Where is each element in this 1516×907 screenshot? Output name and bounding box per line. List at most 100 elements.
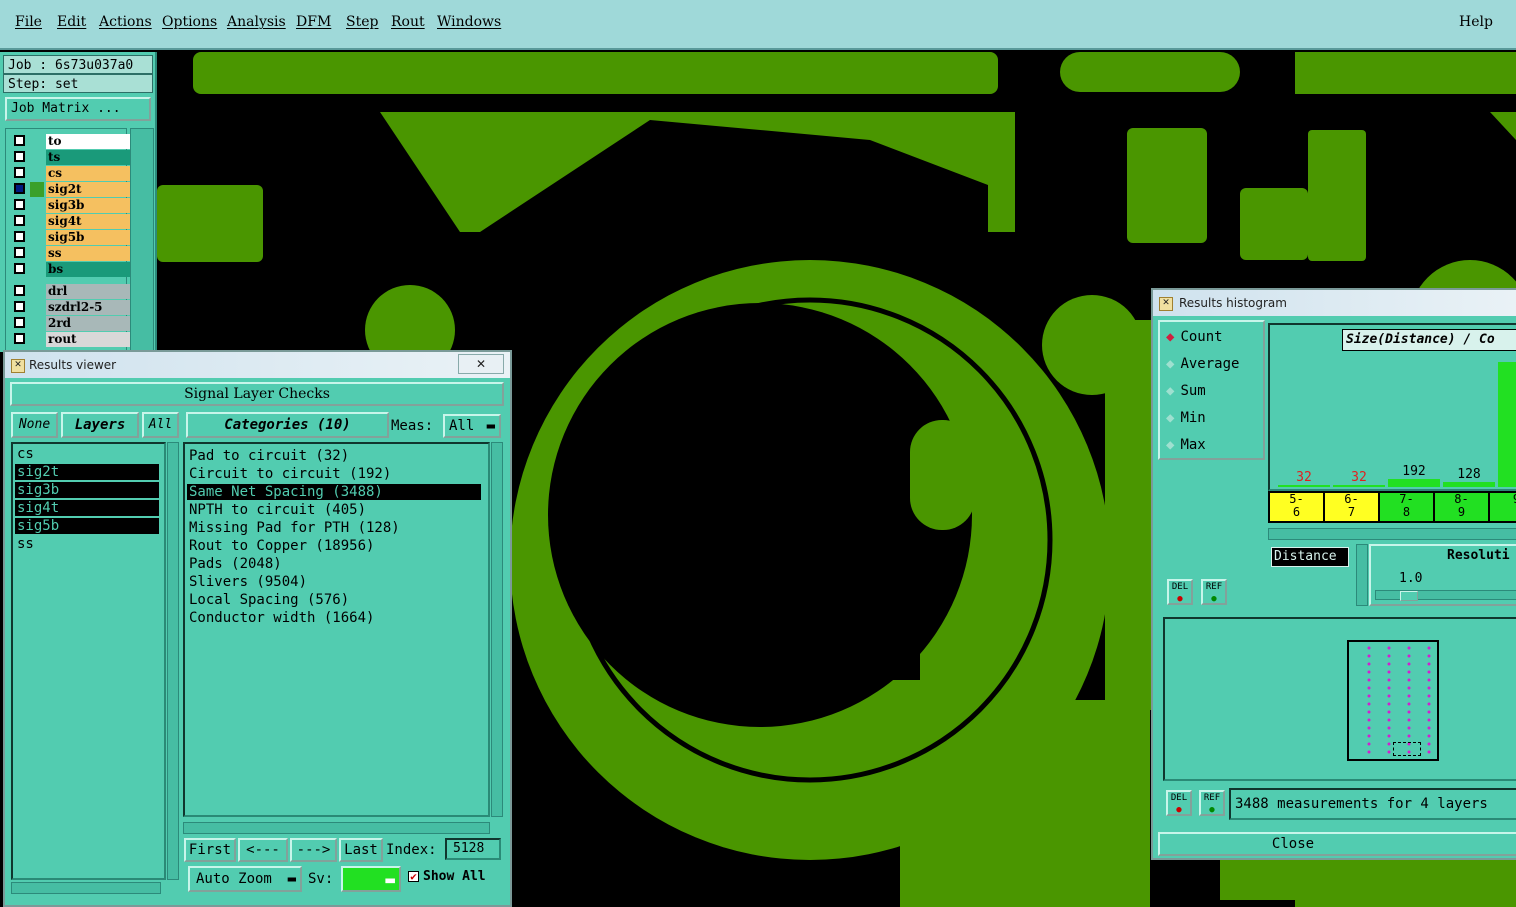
job-matrix-button[interactable]: Job Matrix ... bbox=[5, 97, 151, 121]
histogram-bar[interactable] bbox=[1443, 482, 1495, 487]
layer-row[interactable]: rout bbox=[14, 332, 130, 347]
layer-row[interactable]: ts bbox=[14, 150, 130, 165]
result-layer-item[interactable]: sig5b bbox=[15, 518, 159, 534]
histogram-bar[interactable] bbox=[1498, 362, 1516, 487]
last-button[interactable]: Last bbox=[339, 838, 383, 862]
layer-checkbox[interactable] bbox=[14, 333, 25, 344]
histogram-bin[interactable]: 6- 7 bbox=[1325, 493, 1378, 521]
attribute-vscrollbar[interactable] bbox=[1356, 544, 1368, 606]
result-layer-item[interactable]: sig4t bbox=[15, 500, 159, 516]
layer-checkbox[interactable] bbox=[14, 199, 25, 210]
close-button[interactable]: Close bbox=[1158, 832, 1516, 856]
layer-row[interactable]: sig2t bbox=[14, 182, 130, 197]
radio-icon[interactable]: ◆ bbox=[1166, 410, 1174, 426]
layer-checkbox[interactable] bbox=[14, 135, 25, 146]
layer-row[interactable]: ss bbox=[14, 246, 130, 261]
layer-row[interactable]: drl bbox=[14, 284, 130, 299]
option-max[interactable]: ◆ Max bbox=[1166, 436, 1206, 454]
menu-windows[interactable]: Windows bbox=[437, 14, 501, 30]
layer-checkbox[interactable] bbox=[14, 215, 25, 226]
index-input[interactable]: 5128 bbox=[445, 838, 501, 860]
layer-row[interactable]: 2rd bbox=[14, 316, 130, 331]
menu-analysis[interactable]: Analysis bbox=[227, 14, 286, 30]
layer-checkbox[interactable] bbox=[14, 263, 25, 274]
category-item[interactable]: Local Spacing (576) bbox=[187, 592, 481, 608]
none-button[interactable]: None bbox=[11, 412, 58, 438]
layer-row[interactable]: to bbox=[14, 134, 130, 149]
layers-button[interactable]: Layers bbox=[61, 412, 139, 438]
categories-hscrollbar[interactable] bbox=[183, 822, 490, 834]
layer-checkbox[interactable] bbox=[14, 317, 25, 328]
radio-icon[interactable]: ◆ bbox=[1166, 437, 1174, 453]
menu-step[interactable]: Step bbox=[346, 14, 378, 30]
histogram-titlebar[interactable]: ✕ Results histogram bbox=[1153, 290, 1516, 316]
category-item[interactable]: Pads (2048) bbox=[187, 556, 481, 572]
radio-icon[interactable]: ◆ bbox=[1166, 356, 1174, 372]
category-item[interactable]: Slivers (9504) bbox=[187, 574, 481, 590]
layer-checkbox[interactable] bbox=[14, 285, 25, 296]
all-button[interactable]: All bbox=[142, 412, 179, 438]
measurement-minimap[interactable] bbox=[1163, 617, 1516, 781]
slider-thumb[interactable] bbox=[1400, 591, 1418, 601]
results-viewer-titlebar[interactable]: ✕ Results viewer ✕ bbox=[5, 352, 510, 378]
option-count[interactable]: ◆ Count bbox=[1166, 328, 1223, 346]
category-item[interactable]: Same Net Spacing (3488) bbox=[187, 484, 481, 500]
sv-color-dropdown[interactable]: ▬ bbox=[341, 866, 401, 892]
prev-button[interactable]: <--- bbox=[238, 838, 288, 862]
del-button-bottom[interactable]: DEL ● bbox=[1166, 790, 1192, 816]
menu-edit[interactable]: Edit bbox=[57, 14, 86, 30]
results-layer-list[interactable]: cs sig2t sig3b sig4t sig5b ss bbox=[11, 442, 166, 880]
resolution-slider[interactable] bbox=[1375, 590, 1516, 601]
category-item[interactable]: NPTH to circuit (405) bbox=[187, 502, 481, 518]
radio-icon[interactable]: ◆ bbox=[1166, 329, 1174, 345]
categories-button[interactable]: Categories (10) bbox=[186, 412, 389, 438]
ref-button[interactable]: REF ● bbox=[1201, 579, 1227, 605]
layer-checkbox[interactable] bbox=[14, 167, 25, 178]
layer-checkbox[interactable] bbox=[14, 231, 25, 242]
histogram-bar[interactable] bbox=[1388, 479, 1440, 487]
layer-checkbox[interactable] bbox=[14, 183, 25, 194]
categories-vscrollbar[interactable] bbox=[491, 442, 503, 817]
show-all-checkbox[interactable]: ✔ bbox=[408, 871, 419, 882]
layer-checkbox[interactable] bbox=[14, 151, 25, 162]
ref-button-bottom[interactable]: REF ● bbox=[1199, 790, 1225, 816]
histogram-bar[interactable] bbox=[1333, 485, 1385, 487]
histogram-bin[interactable]: 5- 6 bbox=[1270, 493, 1323, 521]
menu-help[interactable]: Help bbox=[1459, 14, 1493, 30]
category-item[interactable]: Rout to Copper (18956) bbox=[187, 538, 481, 554]
result-layer-item[interactable]: ss bbox=[15, 536, 159, 552]
layer-row[interactable]: sig5b bbox=[14, 230, 130, 245]
result-layer-item[interactable]: cs bbox=[15, 446, 159, 462]
layer-list-vscrollbar[interactable] bbox=[167, 442, 179, 880]
layer-checkbox[interactable] bbox=[14, 247, 25, 258]
del-button[interactable]: DEL ● bbox=[1167, 579, 1193, 605]
menu-rout[interactable]: Rout bbox=[391, 14, 425, 30]
distance-label[interactable]: Distance bbox=[1271, 547, 1349, 567]
layer-row[interactable]: cs bbox=[14, 166, 130, 181]
histogram-bin[interactable]: 7- 8 bbox=[1380, 493, 1433, 521]
chart-hscrollbar[interactable] bbox=[1268, 528, 1516, 540]
layer-list-hscrollbar[interactable] bbox=[11, 882, 161, 894]
option-average[interactable]: ◆ Average bbox=[1166, 355, 1239, 373]
result-layer-item[interactable]: sig3b bbox=[15, 482, 159, 498]
category-item[interactable]: Circuit to circuit (192) bbox=[187, 466, 481, 482]
next-button[interactable]: ---> bbox=[290, 838, 337, 862]
menu-dfm[interactable]: DFM bbox=[296, 14, 331, 30]
layer-row[interactable]: szdrl2-5 bbox=[14, 300, 130, 315]
meas-dropdown[interactable]: All ▬ bbox=[443, 414, 501, 438]
menu-options[interactable]: Options bbox=[162, 14, 217, 30]
category-item[interactable]: Pad to circuit (32) bbox=[187, 448, 481, 464]
option-sum[interactable]: ◆ Sum bbox=[1166, 382, 1206, 400]
menu-file[interactable]: File bbox=[15, 14, 42, 30]
option-min[interactable]: ◆ Min bbox=[1166, 409, 1206, 427]
histogram-bin[interactable]: 9 bbox=[1490, 493, 1516, 521]
layer-row[interactable]: bs bbox=[14, 262, 130, 277]
categories-list[interactable]: Pad to circuit (32) Circuit to circuit (1… bbox=[183, 442, 490, 817]
radio-icon[interactable]: ◆ bbox=[1166, 383, 1174, 399]
layer-row[interactable]: sig4t bbox=[14, 214, 130, 229]
auto-zoom-dropdown[interactable]: Auto Zoom ▬ bbox=[188, 866, 302, 892]
layer-checkbox[interactable] bbox=[14, 301, 25, 312]
first-button[interactable]: First bbox=[184, 838, 236, 862]
result-layer-item[interactable]: sig2t bbox=[15, 464, 159, 480]
category-item[interactable]: Missing Pad for PTH (128) bbox=[187, 520, 481, 536]
